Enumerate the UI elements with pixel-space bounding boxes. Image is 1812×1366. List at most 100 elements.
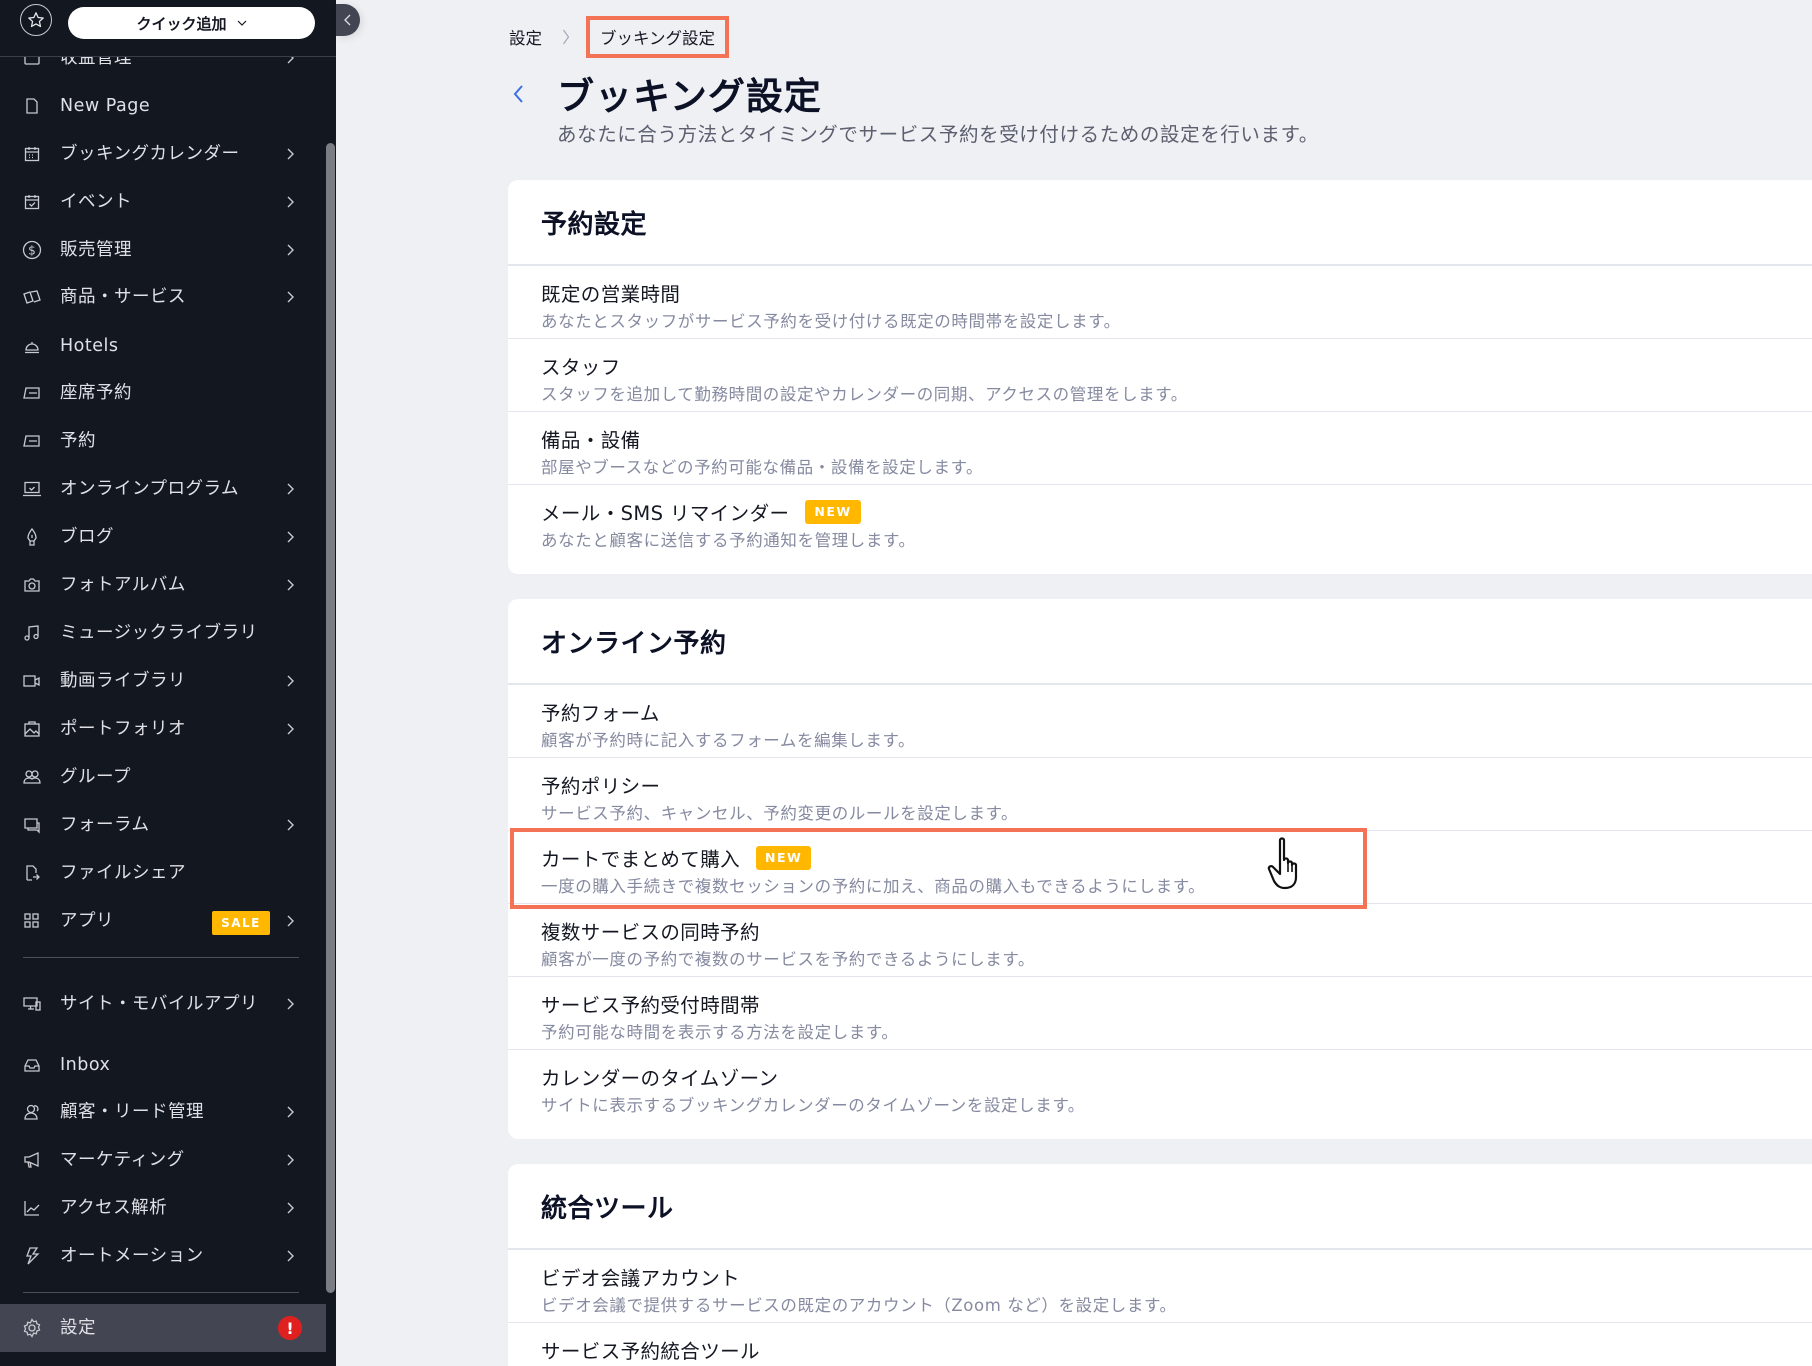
sidebar-divider: [23, 1292, 299, 1293]
sidebar-item-contacts[interactable]: 顧客・リード管理: [0, 1092, 326, 1132]
row-title: ビデオ会議アカウント: [541, 1267, 741, 1290]
sidebar-item-products[interactable]: 商品・サービス: [0, 277, 326, 317]
settings-row-booking-form[interactable]: 予約フォーム 顧客が予約時に記入するフォームを編集します。: [508, 685, 1812, 758]
settings-row-booking-policy[interactable]: 予約ポリシー サービス予約、キャンセル、予約変更のルールを設定します。: [508, 758, 1812, 831]
sidebar-scrollbar[interactable]: [326, 143, 335, 1293]
sidebar-item-label: ファイルシェア: [60, 863, 186, 883]
alert-icon: !: [278, 1316, 302, 1340]
chevron-right-icon: [284, 998, 296, 1010]
bell-icon: [22, 336, 42, 356]
chevron-right-icon: [284, 196, 296, 208]
chevron-right-icon: [284, 531, 296, 543]
quick-add-button[interactable]: クイック追加: [68, 7, 315, 39]
sidebar-item-events[interactable]: イベント: [0, 182, 326, 222]
settings-row-reminders[interactable]: メール・SMS リマインダー NEW あなたと顧客に送信する予約通知を管理します…: [508, 485, 1812, 574]
sidebar-item-file-share[interactable]: ファイルシェア: [0, 853, 326, 893]
chevron-right-icon: [284, 1154, 296, 1166]
sidebar-item-forum[interactable]: フォーラム: [0, 805, 326, 845]
hand-cursor-icon: [1267, 837, 1298, 890]
devices-icon: [22, 994, 42, 1014]
table-reservation-icon: [22, 383, 42, 403]
chevron-left-icon: [344, 14, 351, 26]
sidebar-item-label: 顧客・リード管理: [60, 1102, 204, 1122]
sidebar-item-label: 動画ライブラリ: [60, 671, 186, 691]
row-description: スタッフを追加して勤務時間の設定やカレンダーの同期、アクセスの管理をします。: [541, 385, 1188, 404]
sidebar-item-settings[interactable]: 設定 !: [0, 1304, 326, 1352]
sidebar-item-label: グループ: [60, 767, 131, 787]
portfolio-icon: [22, 719, 42, 739]
settings-row-business-hours[interactable]: 既定の営業時間 あなたとスタッフがサービス予約を受け付ける既定の時間帯を設定しま…: [508, 266, 1812, 339]
sidebar-item-apps[interactable]: アプリ SALE: [0, 901, 326, 941]
calendar-icon: [22, 144, 42, 164]
dollar-circle-icon: $: [22, 240, 42, 260]
reservation-icon: [22, 431, 42, 451]
sidebar-item-music-library[interactable]: ミュージックライブラリ: [0, 613, 326, 653]
row-title: カレンダーのタイムゾーン: [541, 1067, 779, 1090]
sidebar-item-label: Hotels: [60, 336, 119, 356]
sidebar-item-new-page[interactable]: New Page: [0, 86, 326, 126]
event-calendar-icon: [22, 192, 42, 212]
sidebar-item-label: 販売管理: [60, 240, 132, 260]
sidebar-item-label: 座席予約: [60, 383, 132, 403]
sidebar-item-analytics[interactable]: アクセス解析: [0, 1188, 326, 1228]
music-note-icon: [22, 623, 42, 643]
settings-row-resources[interactable]: 備品・設備 部屋やブースなどの予約可能な備品・設備を設定します。: [508, 412, 1812, 485]
settings-row-video-conferencing[interactable]: ビデオ会議アカウント ビデオ会議で提供するサービスの既定のアカウント（Zoom …: [508, 1250, 1812, 1323]
pen-nib-icon: [22, 527, 42, 547]
settings-row-cart-checkout[interactable]: カートでまとめて購入 NEW 一度の購入手続きで複数セッションの予約に加え、商品…: [508, 831, 1812, 904]
page-icon: [22, 96, 42, 116]
sidebar-item-hotels[interactable]: Hotels: [0, 326, 326, 366]
chevron-down-icon: [237, 20, 246, 26]
row-title: サービス予約統合ツール: [541, 1340, 760, 1363]
sidebar-item-label: フォトアルバム: [60, 575, 186, 595]
row-title: 備品・設備: [541, 429, 641, 452]
sidebar-item-label: イベント: [60, 192, 132, 212]
page-title: ブッキング設定: [557, 75, 822, 118]
new-badge: NEW: [805, 499, 861, 524]
sidebar-item-table-reservations[interactable]: 座席予約: [0, 373, 326, 413]
megaphone-icon: [22, 1150, 42, 1170]
sidebar-item-site-mobile-app[interactable]: サイト・モバイルアプリ: [0, 974, 326, 1034]
row-description: 顧客が一度の予約で複数のサービスを予約できるようにします。: [541, 950, 1035, 969]
row-description: 一度の購入手続きで複数セッションの予約に加え、商品の購入もできるようにします。: [541, 877, 1206, 896]
chevron-right-icon: [284, 1106, 296, 1118]
sidebar-header: クイック追加: [0, 0, 336, 57]
row-title-text: カートでまとめて購入: [541, 848, 741, 871]
chevron-right-icon: [284, 1250, 296, 1262]
main-content: 設定 ブッキング設定 ブッキング設定 あなたに合う方法とタイミングでサービス予約…: [336, 0, 1812, 1366]
sidebar-item-marketing[interactable]: マーケティング: [0, 1140, 326, 1180]
section-title: 予約設定: [508, 180, 1812, 266]
sidebar-item-portfolio[interactable]: ポートフォリオ: [0, 709, 326, 749]
chevron-right-icon: [284, 579, 296, 591]
row-title: 既定の営業時間: [541, 283, 681, 306]
settings-row-calendar-timezone[interactable]: カレンダーのタイムゾーン サイトに表示するブッキングカレンダーのタイムゾーンを設…: [508, 1050, 1812, 1139]
sidebar-item-label: サイト・モバイルアプリ: [60, 994, 258, 1014]
sidebar-item-automations[interactable]: オートメーション: [0, 1236, 326, 1276]
sidebar-item-reservations[interactable]: 予約: [0, 421, 326, 461]
back-button[interactable]: [506, 80, 530, 108]
file-share-icon: [22, 863, 42, 883]
sidebar-item-blog[interactable]: ブログ: [0, 517, 326, 557]
settings-row-booking-time-slots[interactable]: サービス予約受付時間帯 予約可能な時間を表示する方法を設定します。: [508, 977, 1812, 1050]
sidebar-item-video-library[interactable]: 動画ライブラリ: [0, 661, 326, 701]
gear-icon: [22, 1318, 42, 1338]
inbox-icon: [22, 1055, 42, 1075]
sidebar-item-photo-albums[interactable]: フォトアルバム: [0, 565, 326, 605]
sidebar-item-booking-calendar[interactable]: ブッキングカレンダー: [0, 134, 326, 174]
favorites-button[interactable]: [20, 4, 52, 36]
sidebar-item-label: New Page: [60, 96, 151, 116]
breadcrumb-settings-link[interactable]: 設定: [509, 25, 542, 49]
sidebar-item-label: ブログ: [60, 527, 114, 547]
sidebar-item-inbox[interactable]: Inbox: [0, 1045, 326, 1085]
settings-row-staff[interactable]: スタッフ スタッフを追加して勤務時間の設定やカレンダーの同期、アクセスの管理をし…: [508, 339, 1812, 412]
settings-row-booking-integrations[interactable]: サービス予約統合ツール: [508, 1323, 1812, 1366]
sidebar-item-groups[interactable]: グループ: [0, 757, 326, 797]
sidebar-item-label: Inbox: [60, 1055, 111, 1075]
sidebar-item-label: アプリ: [60, 911, 114, 931]
settings-row-multi-service[interactable]: 複数サービスの同時予約 顧客が一度の予約で複数のサービスを予約できるようにします…: [508, 904, 1812, 977]
sidebar: 収益管理 New Page ブッキングカレンダー イベント $ 販売管理 商品・…: [0, 0, 336, 1366]
chevron-right-icon: [284, 675, 296, 687]
sidebar-item-online-programs[interactable]: オンラインプログラム: [0, 469, 326, 509]
chevron-right-icon: [284, 291, 296, 303]
sidebar-item-sales[interactable]: $ 販売管理: [0, 230, 326, 270]
